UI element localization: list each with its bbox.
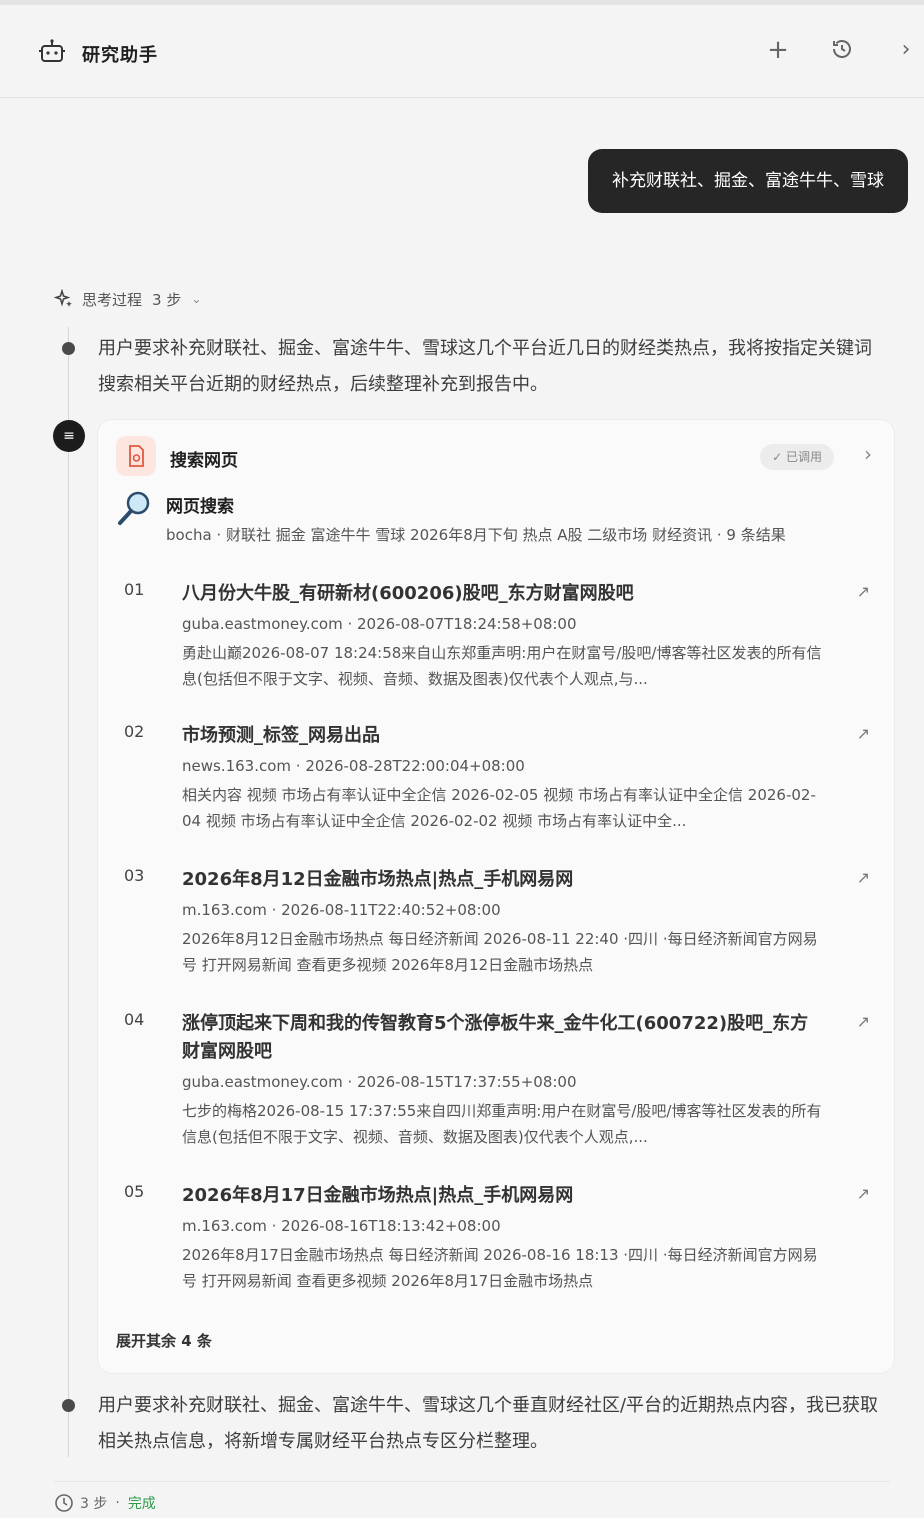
result-title[interactable]: 2026年8月17日金融市场热点|热点_手机网易网 — [182, 1182, 826, 1210]
search-tool-card: 搜索网页 ✓ 已调用 › 网页搜索 bocha · 财联社 掘金 富途牛牛 雪球… — [98, 420, 894, 1373]
thinking-label: 思考过程 — [82, 290, 143, 309]
external-link-icon[interactable]: ↗ — [857, 724, 870, 743]
search-summary: 网页搜索 bocha · 财联社 掘金 富途牛牛 雪球 2026年8月下旬 热点… — [116, 490, 874, 552]
tool-step-icon: ≡ — [53, 420, 85, 452]
result-meta: news.163.com · 2026-08-28T22:00:04+08:00 — [182, 757, 525, 775]
thinking-steps: 3 步 — [152, 290, 182, 309]
result-meta: m.163.com · 2026-08-16T18:13:42+08:00 — [182, 1217, 501, 1235]
tool-card-header[interactable]: 搜索网页 ✓ 已调用 › — [116, 436, 876, 476]
chevron-down-icon: ⌄ — [191, 292, 202, 306]
result-title[interactable]: 八月份大牛股_有研新材(600206)股吧_东方财富网股吧 — [182, 580, 826, 608]
result-snippet: 相关内容 视频 市场占有率认证中全企信 2026-02-05 视频 市场占有率认… — [182, 786, 816, 830]
result-number: 02 — [124, 722, 145, 741]
timeline-dot — [62, 1399, 75, 1412]
result-title[interactable]: 2026年8月12日金融市场热点|热点_手机网易网 — [182, 866, 826, 894]
external-link-icon[interactable]: ↗ — [857, 582, 870, 601]
timeline-line — [68, 327, 69, 1457]
footer-divider — [54, 1481, 890, 1482]
thinking-step-3-text: 用户要求补充财联社、掘金、富途牛牛、雪球这几个垂直财经社区/平台的近期热点内容，… — [98, 1395, 879, 1452]
search-meta: bocha · 财联社 掘金 富途牛牛 雪球 2026年8月下旬 热点 A股 二… — [166, 526, 786, 544]
tool-card-title: 搜索网页 — [170, 451, 238, 471]
document-icon — [116, 436, 156, 476]
external-link-icon[interactable]: ↗ — [857, 1184, 870, 1203]
sparkle-icon — [54, 289, 72, 307]
result-number: 05 — [124, 1182, 145, 1201]
separator-dot: · — [115, 1495, 120, 1511]
timeline-dot — [62, 342, 75, 355]
new-chat-button[interactable]: + — [765, 37, 791, 63]
result-snippet: 勇赴山巅2026-08-07 18:24:58来自山东郑重声明:用户在财富号/股… — [182, 644, 822, 688]
panel-title: 研究助手 — [82, 45, 158, 66]
result-snippet: 2026年8月17日金融市场热点 每日经济新闻 2026-08-16 18:13… — [182, 1246, 818, 1290]
result-number: 03 — [124, 866, 145, 885]
external-link-icon[interactable]: ↗ — [857, 1012, 870, 1031]
robot-icon — [39, 39, 65, 62]
result-number: 01 — [124, 580, 145, 599]
thinking-toggle[interactable]: 思考过程 3 步 ⌄ — [54, 287, 201, 311]
chevron-right-icon[interactable]: › — [864, 442, 872, 466]
result-meta: m.163.com · 2026-08-11T22:40:52+08:00 — [182, 901, 501, 919]
thinking-step-1-text: 用户要求补充财联社、掘金、富途牛牛、雪球这几个平台近几日的财经类热点，我将按指定… — [98, 338, 872, 395]
external-link-icon[interactable]: ↗ — [857, 868, 870, 887]
user-message-bubble: 补充财联社、掘金、富途牛牛、雪球 — [588, 149, 908, 213]
result-snippet: 2026年8月12日金融市场热点 每日经济新闻 2026-08-11 22:40… — [182, 930, 818, 974]
result-number: 04 — [124, 1010, 145, 1029]
research-assistant-panel: 研究助手 + › 补充财联社、掘金、富途牛牛、雪球 思考过程 3 步 ⌄ 用户要… — [0, 0, 924, 1518]
search-title: 网页搜索 — [166, 497, 234, 517]
clock-icon — [55, 1494, 73, 1512]
footer-status: 完成 — [127, 1496, 156, 1512]
plus-icon: + — [767, 35, 789, 65]
collapse-panel-button[interactable]: › — [893, 37, 919, 63]
history-icon — [833, 40, 851, 58]
result-snippet: 七步的梅格2026-08-15 17:37:55来自四川郑重声明:用户在财富号/… — [182, 1102, 822, 1146]
chevron-right-icon: › — [901, 37, 911, 62]
status-footer: 3 步 · 完成 — [54, 1493, 156, 1513]
magnifier-icon — [118, 491, 150, 525]
footer-steps: 3 步 — [80, 1496, 108, 1512]
expand-more-button[interactable]: 展开其余 4 条 — [116, 1330, 212, 1351]
result-meta: guba.eastmoney.com · 2026-08-07T18:24:58… — [182, 615, 577, 633]
result-meta: guba.eastmoney.com · 2026-08-15T17:37:55… — [182, 1073, 577, 1091]
result-title[interactable]: 市场预测_标签_网易出品 — [182, 722, 826, 750]
history-button[interactable] — [829, 37, 855, 63]
result-title[interactable]: 涨停顶起来下周和我的传智教育5个涨停板牛来_金牛化工(600722)股吧_东方财… — [182, 1010, 826, 1066]
panel-header: 研究助手 + › — [0, 5, 924, 98]
status-badge: ✓ 已调用 — [760, 444, 834, 470]
